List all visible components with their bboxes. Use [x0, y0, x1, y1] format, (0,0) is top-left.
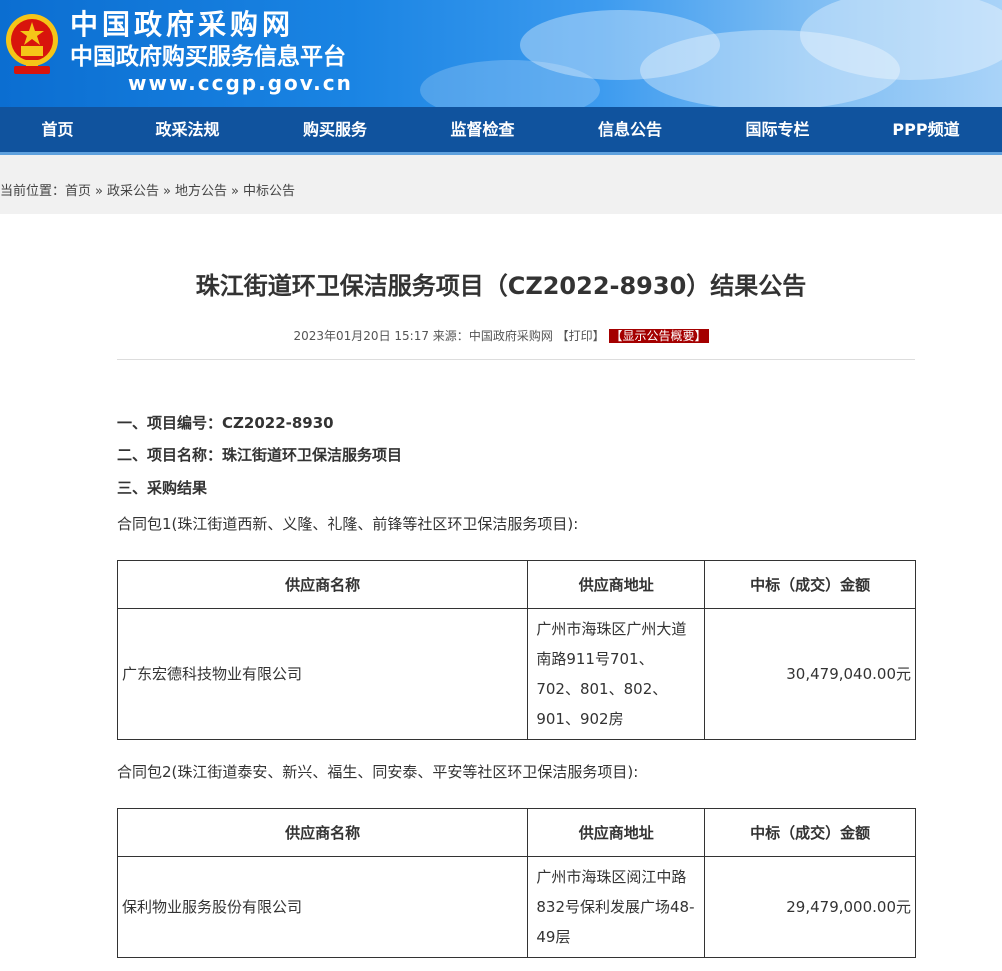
- breadcrumb-prefix: 当前位置：: [0, 184, 66, 199]
- col-supplier-address: 供应商地址: [527, 560, 706, 609]
- package-2-table: 供应商名称 供应商地址 中标（成交）金额 保利物业服务股份有限公司 广州市海珠区…: [116, 808, 916, 958]
- nav-ppp[interactable]: PPP频道: [850, 107, 1002, 152]
- breadcrumb-separator: »: [231, 184, 239, 199]
- site-url: www.ccgp.gov.cn: [128, 71, 353, 95]
- nav-international[interactable]: 国际专栏: [705, 107, 850, 152]
- supplier-name: 广东宏德科技物业有限公司: [116, 608, 529, 740]
- article-title: 珠江街道环卫保洁服务项目（CZ2022-8930）结果公告: [195, 272, 807, 300]
- project-number-value: CZ2022-8930: [222, 414, 334, 432]
- breadcrumb-procurement[interactable]: 政采公告: [107, 184, 159, 199]
- project-name-value: 珠江街道环卫保洁服务项目: [222, 446, 403, 464]
- breadcrumb-home[interactable]: 首页: [65, 184, 91, 199]
- col-supplier-name: 供应商名称: [116, 560, 529, 609]
- site-title: 中国政府采购网: [70, 8, 295, 41]
- breadcrumb-separator: »: [95, 184, 103, 199]
- show-summary-button[interactable]: 【显示公告概要】: [608, 329, 709, 343]
- national-emblem-icon: [6, 14, 58, 74]
- divider: [117, 359, 915, 360]
- project-number-label: 一、项目编号：: [117, 414, 223, 432]
- supplier-address: 广州市海珠区广州大道南路911号701、702、801、802、901、902房: [527, 608, 706, 740]
- supplier-address: 广州市海珠区阅江中路832号保利发展广场48-49层: [527, 856, 706, 958]
- nav-announcements[interactable]: 信息公告: [555, 107, 705, 152]
- article-meta: 2023年01月20日 15:17 来源：中国政府采购网 【打印】 【显示公告概…: [0, 327, 1002, 344]
- breadcrumb-winning-bid[interactable]: 中标公告: [243, 184, 295, 199]
- nav-home[interactable]: 首页: [0, 107, 115, 152]
- col-supplier-address: 供应商地址: [527, 808, 706, 857]
- print-link[interactable]: 【打印】: [557, 329, 605, 343]
- publish-date: 2023年01月20日 15:17: [293, 329, 429, 343]
- supplier-name: 保利物业服务股份有限公司: [116, 856, 529, 958]
- table-header-row: 供应商名称 供应商地址 中标（成交）金额: [116, 560, 916, 609]
- table-row: 保利物业服务股份有限公司 广州市海珠区阅江中路832号保利发展广场48-49层 …: [116, 856, 916, 958]
- nav-regulations[interactable]: 政采法规: [115, 107, 260, 152]
- project-name-label: 二、项目名称：: [117, 446, 223, 464]
- main-nav: 首页 政采法规 购买服务 监督检查 信息公告 国际专栏 PPP频道: [0, 107, 1002, 155]
- project-name: 二、项目名称：珠江街道环卫保洁服务项目: [117, 444, 402, 465]
- project-number: 一、项目编号：CZ2022-8930: [117, 412, 334, 433]
- col-winning-amount: 中标（成交）金额: [704, 808, 916, 857]
- table-header-row: 供应商名称 供应商地址 中标（成交）金额: [116, 808, 916, 857]
- package-1-label: 合同包1(珠江街道西新、义隆、礼隆、前锋等社区环卫保洁服务项目):: [117, 515, 579, 533]
- site-subtitle: 中国政府购买服务信息平台: [70, 44, 346, 70]
- breadcrumb-separator: »: [163, 184, 171, 199]
- package-1-table: 供应商名称 供应商地址 中标（成交）金额 广东宏德科技物业有限公司 广州市海珠区…: [116, 560, 916, 740]
- procurement-result-heading: 三、采购结果: [117, 479, 208, 497]
- table-row: 广东宏德科技物业有限公司 广州市海珠区广州大道南路911号701、702、801…: [116, 608, 916, 740]
- col-winning-amount: 中标（成交）金额: [704, 560, 916, 609]
- breadcrumb: 当前位置：首页 » 政采公告 » 地方公告 » 中标公告: [0, 178, 295, 206]
- package-2-label: 合同包2(珠江街道泰安、新兴、福生、同安泰、平安等社区环卫保洁服务项目):: [117, 763, 639, 781]
- winning-amount: 29,479,000.00元: [704, 856, 916, 958]
- breadcrumb-local[interactable]: 地方公告: [175, 184, 227, 199]
- source-label: 来源：: [432, 329, 469, 343]
- site-banner: 中国政府采购网 中国政府购买服务信息平台 www.ccgp.gov.cn: [0, 0, 1002, 107]
- winning-amount: 30,479,040.00元: [704, 608, 916, 740]
- article-container: 珠江街道环卫保洁服务项目（CZ2022-8930）结果公告 2023年01月20…: [0, 214, 1002, 971]
- col-supplier-name: 供应商名称: [116, 808, 529, 857]
- nav-purchase-services[interactable]: 购买服务: [260, 107, 410, 152]
- nav-supervision[interactable]: 监督检查: [410, 107, 555, 152]
- source-name: 中国政府采购网: [468, 329, 553, 343]
